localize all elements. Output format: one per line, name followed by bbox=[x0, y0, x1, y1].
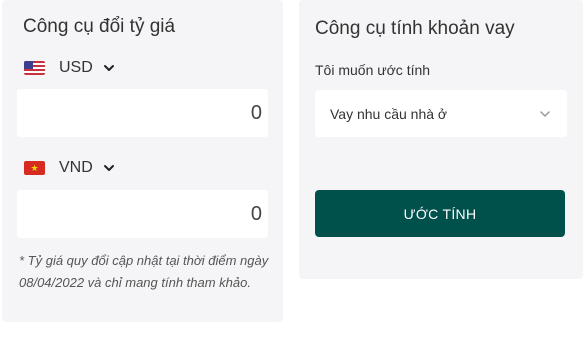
to-currency-select[interactable]: ★ VND bbox=[24, 156, 115, 180]
chevron-down-icon bbox=[103, 65, 114, 71]
to-amount-input[interactable]: 0 bbox=[17, 190, 268, 238]
estimate-label: Tôi muốn ước tính bbox=[315, 62, 431, 78]
calculate-button[interactable]: ƯỚC TÍNH bbox=[315, 190, 565, 237]
loan-calculator-title: Công cụ tính khoản vay bbox=[315, 18, 515, 39]
page-root: Công cụ đổi tỷ giá USD 0 ★ VND 0 * Tỷ gi… bbox=[0, 0, 586, 346]
currency-converter-panel: Công cụ đổi tỷ giá USD 0 ★ VND 0 * Tỷ gi… bbox=[2, 0, 283, 322]
us-flag-icon bbox=[24, 61, 45, 75]
loan-type-select[interactable]: Vay nhu cầu nhà ở bbox=[315, 90, 567, 137]
chevron-down-icon bbox=[540, 111, 550, 117]
loan-calculator-panel: Công cụ tính khoản vay Tôi muốn ước tính… bbox=[299, 0, 583, 279]
loan-type-value: Vay nhu cầu nhà ở bbox=[330, 105, 448, 122]
exchange-rate-note: * Tỷ giá quy đổi cập nhật tại thời điểm … bbox=[19, 253, 269, 290]
vn-flag-icon: ★ bbox=[24, 161, 45, 175]
from-currency-select[interactable]: USD bbox=[24, 56, 115, 80]
to-currency-code: VND bbox=[59, 159, 93, 176]
from-amount-input[interactable]: 0 bbox=[17, 89, 268, 137]
from-currency-code: USD bbox=[59, 59, 93, 76]
currency-converter-title: Công cụ đổi tỷ giá bbox=[23, 16, 176, 37]
chevron-down-icon bbox=[103, 165, 114, 171]
